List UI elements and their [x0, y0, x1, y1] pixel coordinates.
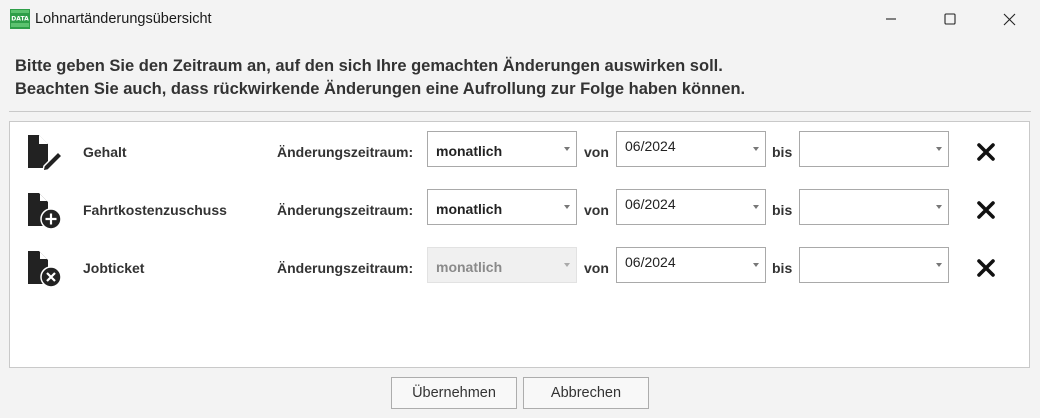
- period-value: monatlich: [436, 201, 503, 217]
- from-label: von: [584, 144, 609, 160]
- close-icon: [977, 143, 995, 161]
- period-value: monatlich: [436, 259, 503, 275]
- from-value: 06/2024: [625, 138, 676, 154]
- from-dropdown[interactable]: 06/2024: [616, 189, 766, 225]
- period-dropdown[interactable]: monatlich: [427, 189, 577, 225]
- instruction-line-2: Beachten Sie auch, dass rückwirkende Änd…: [15, 79, 746, 98]
- to-label: bis: [772, 260, 793, 276]
- row-name: Fahrtkostenzuschuss: [83, 202, 227, 218]
- chevron-down-icon: [753, 263, 759, 267]
- window-title: Lohnartänderungsübersicht: [35, 11, 212, 27]
- instructions: Bitte geben Sie den Zeitraum an, auf den…: [15, 55, 745, 100]
- change-row-gehalt: Gehalt Änderungszeitraum: monatlich von …: [10, 131, 1029, 172]
- from-label: von: [584, 202, 609, 218]
- period-dropdown[interactable]: monatlich: [427, 131, 577, 167]
- minimize-button[interactable]: [862, 0, 920, 38]
- document-edit-icon: [28, 135, 63, 172]
- close-icon: [977, 259, 995, 277]
- from-dropdown[interactable]: 06/2024: [616, 131, 766, 167]
- chevron-down-icon: [564, 263, 570, 267]
- cancel-button[interactable]: Abbrechen: [523, 377, 649, 409]
- change-row-fahrtkostenzuschuss: Fahrtkostenzuschuss Änderungszeitraum: m…: [10, 189, 1029, 230]
- close-button[interactable]: [980, 0, 1038, 38]
- close-icon: [1003, 13, 1015, 25]
- chevron-down-icon: [564, 205, 570, 209]
- chevron-down-icon: [564, 147, 570, 151]
- remove-row-button[interactable]: [976, 142, 996, 162]
- to-label: bis: [772, 202, 793, 218]
- title-bar: DATA Lohnartänderungsübersicht: [0, 0, 1040, 38]
- chevron-down-icon: [936, 147, 942, 151]
- maximize-button[interactable]: [921, 0, 979, 38]
- minimize-icon: [886, 18, 896, 20]
- document-remove-icon: [28, 251, 62, 288]
- chevron-down-icon: [753, 147, 759, 151]
- chevron-down-icon: [936, 205, 942, 209]
- period-label: Änderungszeitraum:: [277, 144, 414, 160]
- remove-row-button[interactable]: [976, 200, 996, 220]
- chevron-down-icon: [753, 205, 759, 209]
- separator: [9, 111, 1031, 112]
- period-label: Änderungszeitraum:: [277, 260, 414, 276]
- from-value: 06/2024: [625, 254, 676, 270]
- app-icon-text: DATA: [11, 16, 29, 23]
- change-row-jobticket: Jobticket Änderungszeitraum: monatlich v…: [10, 247, 1029, 288]
- apply-button[interactable]: Übernehmen: [391, 377, 517, 409]
- from-dropdown[interactable]: 06/2024: [616, 247, 766, 283]
- remove-row-button[interactable]: [976, 258, 996, 278]
- period-dropdown-disabled: monatlich: [427, 247, 577, 283]
- to-dropdown[interactable]: [799, 131, 949, 167]
- to-dropdown[interactable]: [799, 247, 949, 283]
- chevron-down-icon: [936, 263, 942, 267]
- maximize-icon: [944, 13, 956, 25]
- changes-panel: Gehalt Änderungszeitraum: monatlich von …: [9, 121, 1030, 368]
- row-name: Gehalt: [83, 144, 127, 160]
- to-dropdown[interactable]: [799, 189, 949, 225]
- from-value: 06/2024: [625, 196, 676, 212]
- close-icon: [977, 201, 995, 219]
- row-name: Jobticket: [83, 260, 145, 276]
- instruction-line-1: Bitte geben Sie den Zeitraum an, auf den…: [15, 57, 723, 75]
- from-label: von: [584, 260, 609, 276]
- to-label: bis: [772, 144, 793, 160]
- document-add-icon: [28, 193, 62, 230]
- period-label: Änderungszeitraum:: [277, 202, 414, 218]
- app-icon: DATA: [10, 9, 30, 29]
- period-value: monatlich: [436, 143, 503, 159]
